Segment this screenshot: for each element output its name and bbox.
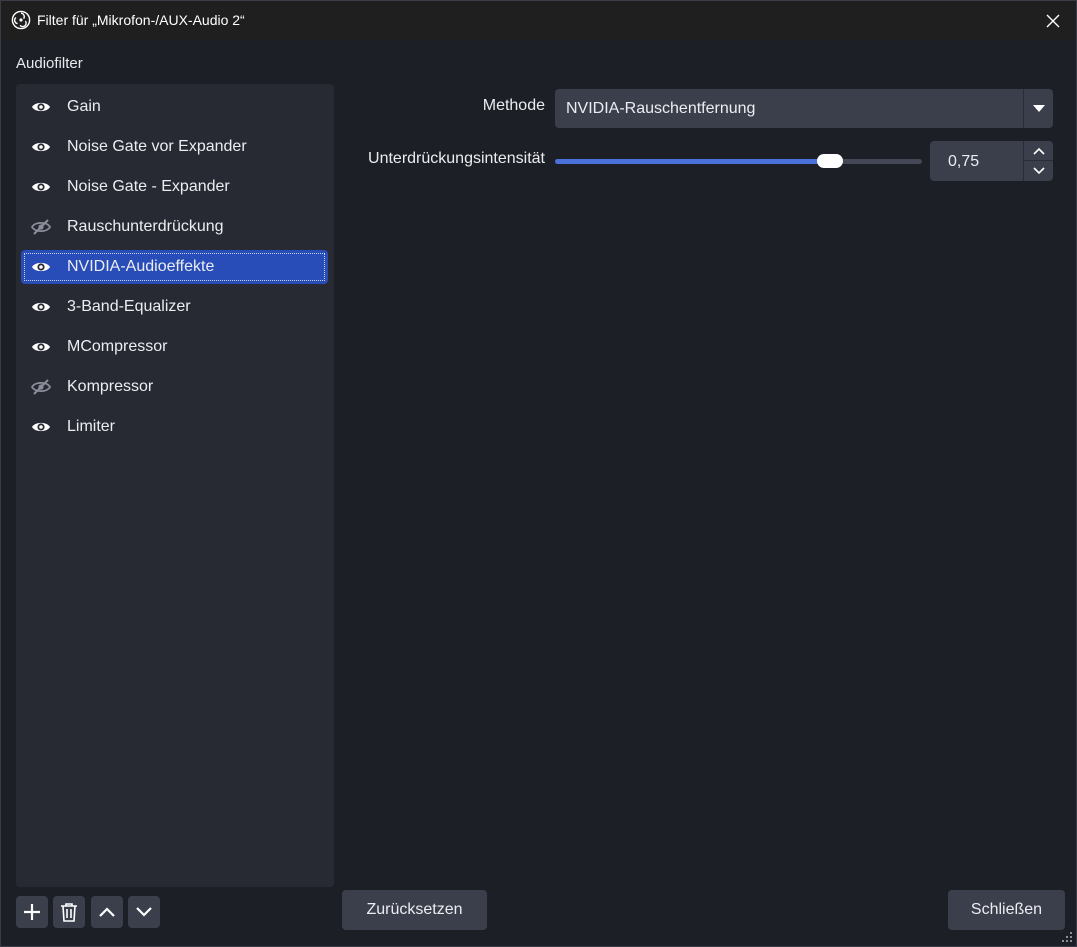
add-filter-button[interactable]	[16, 896, 48, 928]
filter-item[interactable]: 3-Band-Equalizer	[21, 290, 328, 324]
filter-item[interactable]: Rauschunterdrückung	[21, 210, 328, 244]
intensity-spinbox[interactable]: 0,75	[930, 141, 1053, 181]
filter-item-label: 3-Band-Equalizer	[67, 298, 191, 315]
reset-button[interactable]: Zurücksetzen	[342, 890, 487, 930]
close-button[interactable]: Schließen	[948, 890, 1065, 930]
increment-button[interactable]	[1023, 141, 1053, 161]
intensity-label: Unterdrückungsintensität	[368, 150, 545, 167]
resize-grip-icon[interactable]	[1062, 932, 1072, 942]
chevron-down-icon	[1032, 167, 1045, 175]
chevron-up-icon	[99, 907, 115, 917]
eye-slash-icon[interactable]	[31, 219, 51, 235]
filter-dialog: Filter für „Mikrofon-/AUX-Audio 2“ Audio…	[0, 0, 1077, 947]
filter-item-label: Noise Gate - Expander	[67, 178, 230, 195]
window-title: Filter für „Mikrofon-/AUX-Audio 2“	[37, 12, 245, 28]
filter-item[interactable]: MCompressor	[21, 330, 328, 364]
filter-item-label: MCompressor	[67, 338, 168, 355]
move-filter-up-button[interactable]	[91, 896, 123, 928]
plus-icon	[24, 904, 40, 920]
slider-thumb[interactable]	[817, 154, 844, 168]
eye-slash-icon[interactable]	[31, 379, 51, 395]
filter-list[interactable]: Gain Noise Gate vor Expander Noise Gate - …	[16, 84, 334, 887]
eye-icon[interactable]	[31, 99, 51, 115]
filter-item[interactable]: Gain	[21, 90, 328, 124]
chevron-up-icon	[1032, 147, 1045, 155]
slider-fill	[555, 159, 831, 164]
title-bar: Filter für „Mikrofon-/AUX-Audio 2“	[1, 1, 1076, 40]
eye-icon[interactable]	[31, 259, 51, 275]
dropdown-arrow[interactable]	[1023, 89, 1053, 128]
close-icon	[1046, 14, 1060, 27]
filter-item[interactable]: Kompressor	[21, 370, 328, 404]
window-close-button[interactable]	[1030, 1, 1076, 40]
move-filter-down-button[interactable]	[128, 896, 160, 928]
filter-item-label: Rauschunterdrückung	[67, 218, 224, 235]
obs-logo-icon	[11, 10, 31, 30]
filter-item-label: Limiter	[67, 418, 116, 435]
filter-item[interactable]: NVIDIA-Audioeffekte	[21, 250, 328, 284]
filter-item-label: Noise Gate vor Expander	[67, 138, 247, 155]
intensity-slider[interactable]	[555, 153, 922, 169]
filter-item-label: Kompressor	[67, 378, 154, 395]
audio-filters-heading: Audiofilter	[16, 55, 83, 72]
method-select[interactable]: NVIDIA-Rauschentfernung	[555, 89, 1053, 128]
decrement-button[interactable]	[1023, 161, 1053, 181]
eye-icon[interactable]	[31, 339, 51, 355]
caret-down-icon	[1032, 105, 1045, 112]
method-select-value: NVIDIA-Rauschentfernung	[566, 100, 756, 117]
filter-item-label: Gain	[67, 98, 101, 115]
eye-icon[interactable]	[31, 299, 51, 315]
remove-filter-button[interactable]	[53, 896, 85, 928]
intensity-value[interactable]: 0,75	[948, 153, 979, 171]
filter-item[interactable]: Limiter	[21, 410, 328, 444]
filter-item[interactable]: Noise Gate - Expander	[21, 170, 328, 204]
method-label: Methode	[482, 97, 545, 114]
eye-icon[interactable]	[31, 419, 51, 435]
eye-icon[interactable]	[31, 179, 51, 195]
trash-icon	[61, 903, 77, 922]
filter-item[interactable]: Noise Gate vor Expander	[21, 130, 328, 164]
filter-item-label: NVIDIA-Audioeffekte	[67, 258, 215, 275]
chevron-down-icon	[136, 907, 152, 917]
eye-icon[interactable]	[31, 139, 51, 155]
